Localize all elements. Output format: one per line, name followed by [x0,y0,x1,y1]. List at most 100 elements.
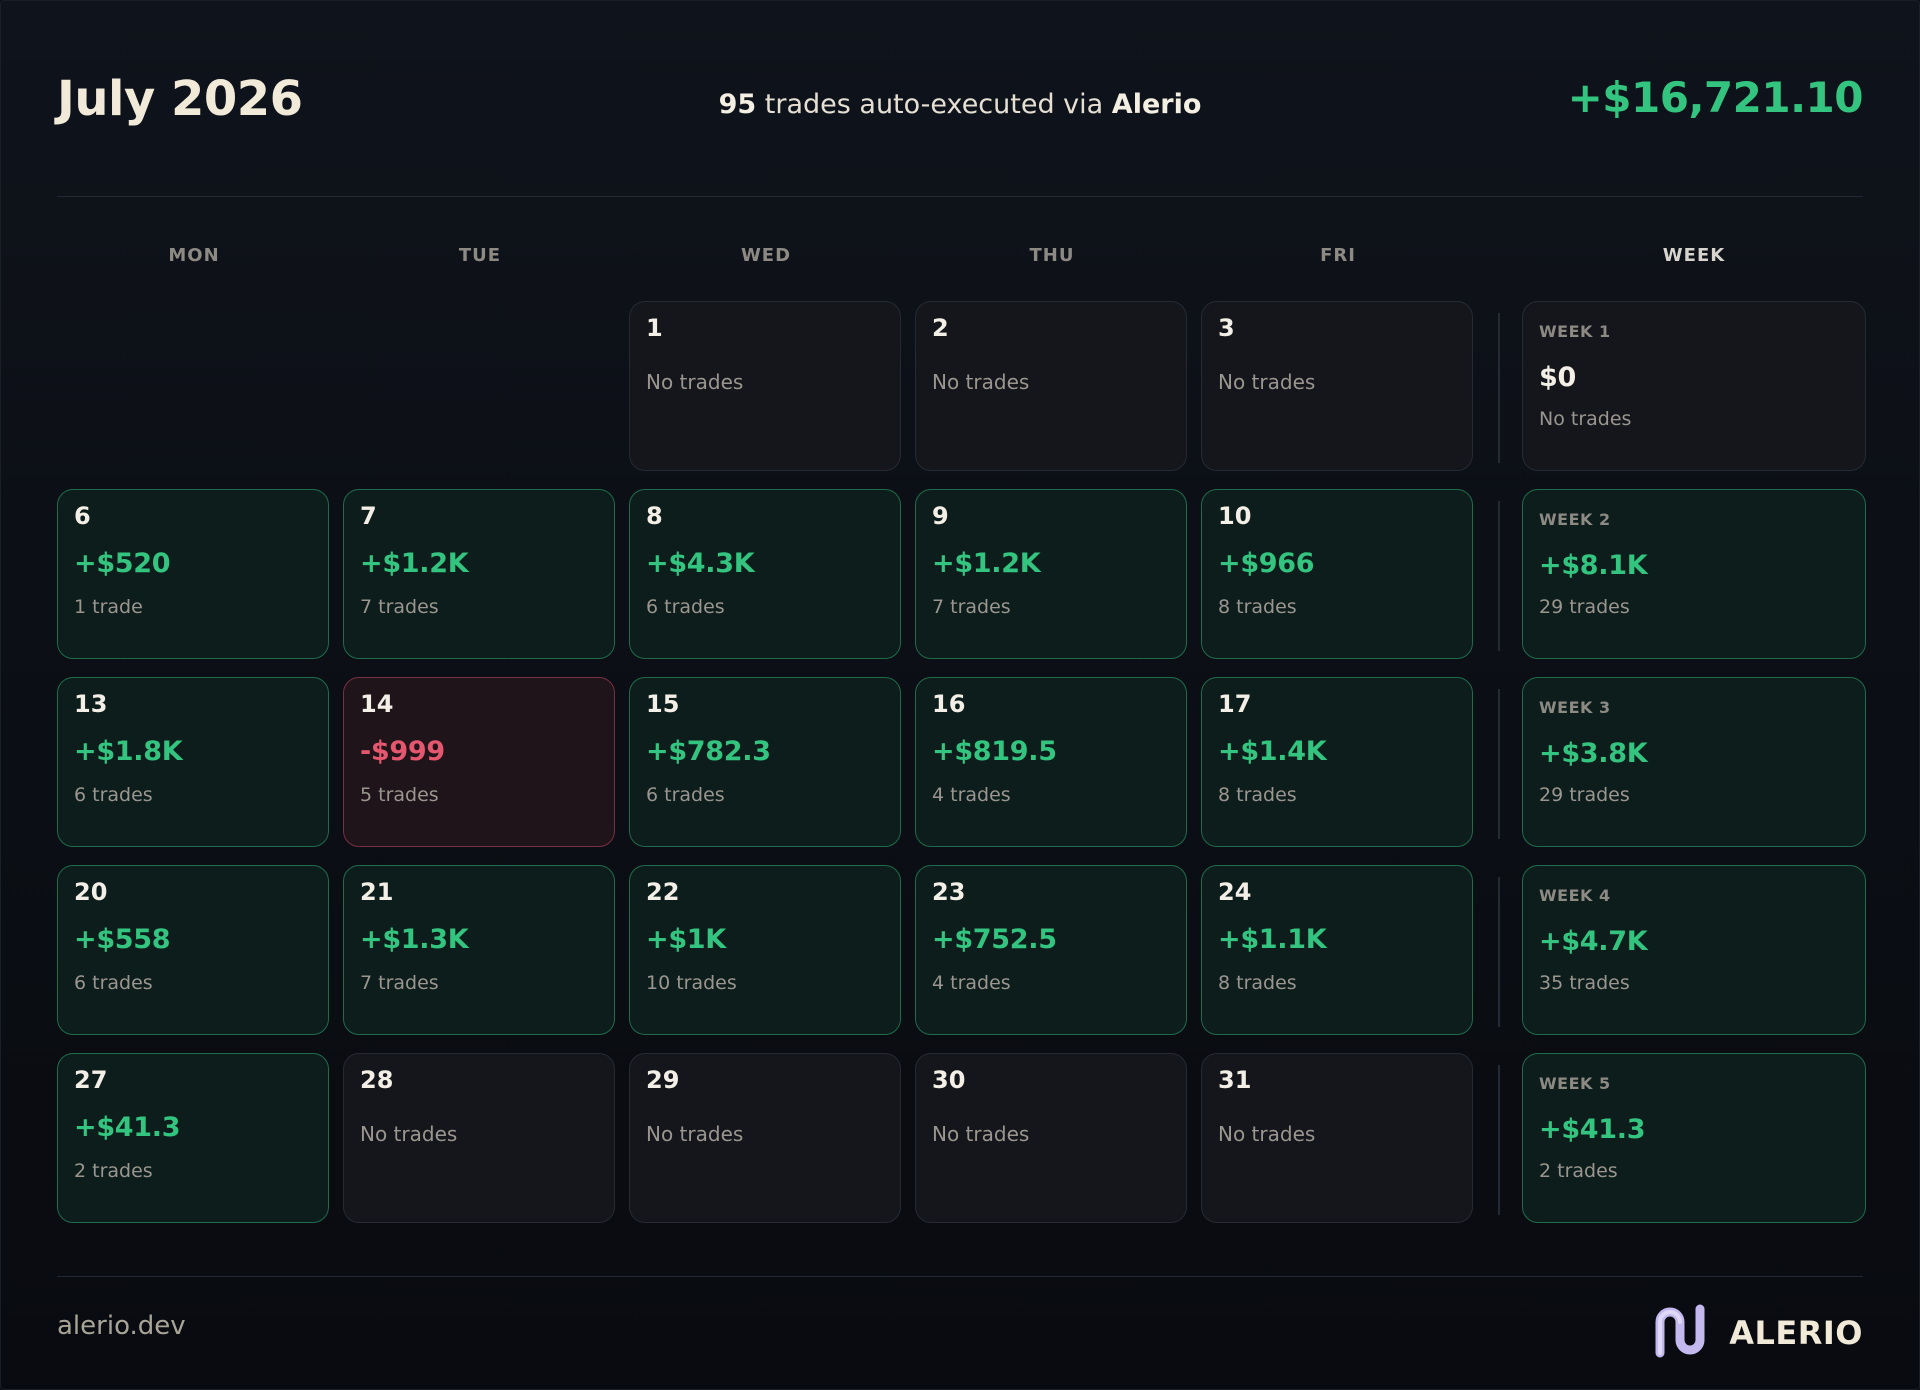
week-pnl: +$3.8K [1539,738,1648,769]
day-number: 21 [360,878,394,906]
day-cell-21[interactable]: 21 +$1.3K 7 trades [343,865,615,1035]
day-cell-10[interactable]: 10 +$966 8 trades [1201,489,1473,659]
day-pnl: +$1.2K [360,548,469,579]
week-label: WEEK 1 [1539,322,1611,341]
day-number: 10 [1218,502,1252,530]
weekday-week: WEEK [1662,245,1726,266]
week-label: WEEK 3 [1539,698,1611,717]
day-pnl: +$1.8K [74,736,183,767]
trades-summary-text: trades auto-executed via [756,89,1112,120]
day-trade-count: 4 trades [932,784,1011,806]
day-trade-count: 6 trades [74,972,153,994]
week-trade-count: No trades [1539,408,1632,430]
day-cell-14[interactable]: 14 -$999 5 trades [343,677,615,847]
no-trades-label: No trades [360,1122,458,1146]
no-trades-label: No trades [932,1122,1030,1146]
day-cell-31[interactable]: 31 No trades [1201,1053,1473,1223]
week-trade-count: 35 trades [1539,972,1630,994]
week-label: WEEK 2 [1539,510,1611,529]
week-trade-count: 2 trades [1539,1160,1618,1182]
day-number: 29 [646,1066,680,1094]
week-summary-5[interactable]: WEEK 5 +$41.3 2 trades [1522,1053,1866,1223]
day-pnl: +$558 [74,924,171,955]
day-pnl: +$41.3 [74,1112,181,1143]
day-trade-count: 4 trades [932,972,1011,994]
day-cell-23[interactable]: 23 +$752.5 4 trades [915,865,1187,1035]
day-pnl: +$782.3 [646,736,771,767]
day-cell-8[interactable]: 8 +$4.3K 6 trades [629,489,901,659]
day-cell-30[interactable]: 30 No trades [915,1053,1187,1223]
day-number: 30 [932,1066,966,1094]
week-label: WEEK 4 [1539,886,1611,905]
day-trade-count: 8 trades [1218,972,1297,994]
day-number: 6 [74,502,91,530]
day-cell-15[interactable]: 15 +$782.3 6 trades [629,677,901,847]
day-pnl: +$819.5 [932,736,1057,767]
header: July 2026 95 trades auto-executed via Al… [57,63,1864,143]
day-cell-13[interactable]: 13 +$1.8K 6 trades [57,677,329,847]
day-number: 2 [932,314,949,342]
day-pnl: -$999 [360,736,445,767]
day-cell-2[interactable]: 2 No trades [915,301,1187,471]
week-pnl: +$4.7K [1539,926,1648,957]
day-trade-count: 8 trades [1218,784,1297,806]
day-pnl: +$4.3K [646,548,755,579]
weekday-fri: FRI [1320,245,1356,266]
day-cell-6[interactable]: 6 +$520 1 trade [57,489,329,659]
day-cell-29[interactable]: 29 No trades [629,1053,901,1223]
day-trade-count: 6 trades [74,784,153,806]
no-trades-label: No trades [646,370,744,394]
day-trade-count: 6 trades [646,784,725,806]
day-number: 22 [646,878,680,906]
day-cell-20[interactable]: 20 +$558 6 trades [57,865,329,1035]
week-pnl: +$41.3 [1539,1114,1646,1145]
no-trades-label: No trades [1218,370,1316,394]
week-summary-1[interactable]: WEEK 1 $0 No trades [1522,301,1866,471]
day-trade-count: 5 trades [360,784,439,806]
weekday-mon: MON [168,245,220,266]
week-summary-3[interactable]: WEEK 3 +$3.8K 29 trades [1522,677,1866,847]
day-trade-count: 8 trades [1218,596,1297,618]
day-number: 13 [74,690,108,718]
week-separator [1498,1065,1500,1215]
no-trades-label: No trades [932,370,1030,394]
day-number: 31 [1218,1066,1252,1094]
day-pnl: +$1.1K [1218,924,1327,955]
day-number: 3 [1218,314,1235,342]
day-number: 16 [932,690,966,718]
day-number: 23 [932,878,966,906]
day-cell-9[interactable]: 9 +$1.2K 7 trades [915,489,1187,659]
brand-name: ALERIO [1729,1314,1863,1352]
day-number: 28 [360,1066,394,1094]
day-pnl: +$520 [74,548,171,579]
week-separator [1498,313,1500,463]
header-divider [57,196,1863,197]
day-cell-28[interactable]: 28 No trades [343,1053,615,1223]
day-cell-17[interactable]: 17 +$1.4K 8 trades [1201,677,1473,847]
day-cell-1[interactable]: 1 No trades [629,301,901,471]
day-pnl: +$1.3K [360,924,469,955]
day-cell-7[interactable]: 7 +$1.2K 7 trades [343,489,615,659]
day-cell-24[interactable]: 24 +$1.1K 8 trades [1201,865,1473,1035]
day-number: 14 [360,690,394,718]
day-cell-16[interactable]: 16 +$819.5 4 trades [915,677,1187,847]
day-trade-count: 7 trades [360,596,439,618]
day-pnl: +$752.5 [932,924,1057,955]
no-trades-label: No trades [646,1122,744,1146]
day-cell-27[interactable]: 27 +$41.3 2 trades [57,1053,329,1223]
week-label: WEEK 5 [1539,1074,1611,1093]
brand-inline: Alerio [1111,89,1202,120]
day-number: 7 [360,502,377,530]
week-pnl: $0 [1539,362,1576,393]
day-number: 9 [932,502,949,530]
footer-brand: ALERIO [1653,1303,1863,1363]
week-summary-2[interactable]: WEEK 2 +$8.1K 29 trades [1522,489,1866,659]
weekday-wed: WED [740,245,792,266]
day-number: 1 [646,314,663,342]
day-trade-count: 10 trades [646,972,737,994]
day-cell-3[interactable]: 3 No trades [1201,301,1473,471]
day-number: 15 [646,690,680,718]
week-summary-4[interactable]: WEEK 4 +$4.7K 35 trades [1522,865,1866,1035]
day-cell-22[interactable]: 22 +$1K 10 trades [629,865,901,1035]
day-trade-count: 1 trade [74,596,143,618]
